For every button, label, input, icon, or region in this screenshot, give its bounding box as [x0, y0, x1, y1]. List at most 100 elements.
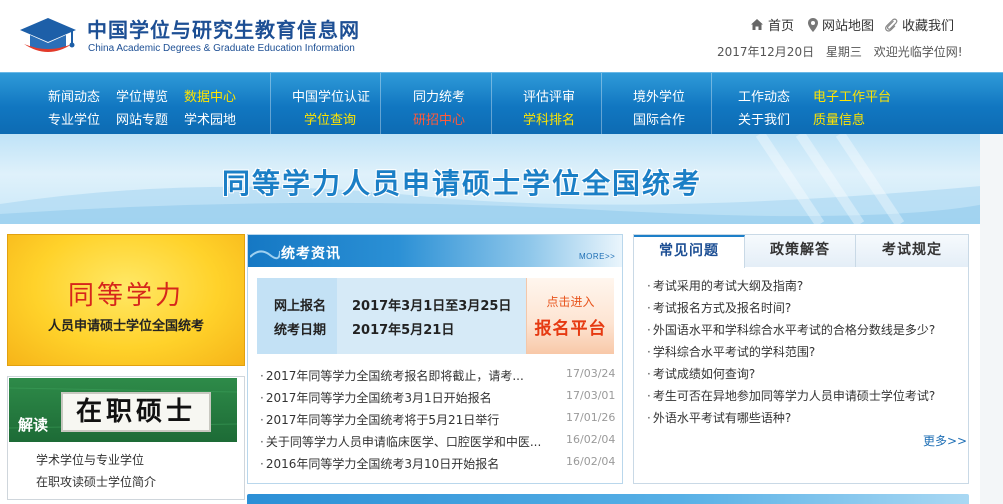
tab-common-questions[interactable]: 常见问题	[634, 235, 745, 268]
nav-site-topics[interactable]: 网站专题	[116, 109, 168, 128]
faq-item[interactable]: 考生可否在异地参加同等学力人员申请硕士学位考试?	[647, 387, 935, 404]
master-link-label: 在职攻读硕士学位简介	[36, 475, 157, 489]
nav-group-exam: 同力统考 研招中心	[381, 73, 492, 135]
faq-item[interactable]: 学科综合水平考试的学科范围?	[647, 343, 815, 360]
master-link-academic-professional[interactable]: 学术学位与专业学位	[36, 451, 144, 468]
news-item-date: 17/03/01	[566, 389, 616, 402]
online-registration-label: 网上报名	[274, 299, 327, 314]
nav-data-center[interactable]: 数据中心	[184, 86, 236, 105]
news-item-date: 17/03/24	[566, 367, 616, 380]
nav-degree-certification[interactable]: 中国学位认证	[292, 86, 370, 105]
nav-degree-query[interactable]: 学位查询	[304, 109, 356, 128]
exam-banner: 同等学力人员申请硕士学位全国统考	[0, 134, 1003, 224]
nav-discipline-ranking[interactable]: 学科排名	[523, 109, 575, 128]
registration-button-caption: 点击进入	[546, 295, 595, 309]
promo-subtitle: 人员申请硕士学位全国统考	[47, 319, 204, 334]
nav-unified-exam[interactable]: 同力统考	[413, 86, 465, 105]
main-nav: 新闻动态 学位博览 数据中心 专业学位 网站专题 学术园地 中国学位认证 学位查…	[0, 72, 1003, 135]
news-item[interactable]: 2017年同等学力全国统考报名即将截止，请考... 17/03/24	[260, 367, 616, 385]
nav-group-international: 境外学位 国际合作	[602, 73, 712, 135]
nav-overseas-degree[interactable]: 境外学位	[633, 86, 685, 105]
registration-label-column	[257, 278, 337, 354]
news-item-title: 2017年同等学力全国统考将于5月21日举行	[260, 411, 556, 428]
nav-professional-degree[interactable]: 专业学位	[48, 109, 100, 128]
faq-more-link[interactable]: 更多>>	[923, 432, 967, 449]
banner-title: 同等学力人员申请硕士学位全国统考	[222, 167, 703, 200]
nav-work-news[interactable]: 工作动态	[738, 86, 790, 105]
faq-item[interactable]: 外语水平考试有哪些语种?	[647, 409, 791, 426]
faq-item[interactable]: 外国语水平和学科综合水平考试的合格分数线是多少?	[647, 321, 935, 338]
nav-news[interactable]: 新闻动态	[48, 86, 100, 105]
right-gutter	[980, 134, 1003, 504]
faq-tabs: 常见问题 政策解答 考试规定	[634, 235, 968, 268]
nav-international-cooperation[interactable]: 国际合作	[633, 109, 685, 128]
header: 中国学位与研究生教育信息网 China Academic Degrees & G…	[0, 0, 1003, 72]
registration-info: 网上报名 统考日期 2017年3月1日至3月25日 2017年5月21日 点击进…	[257, 278, 614, 354]
section-header-strip	[247, 494, 969, 504]
tab-exam-rules[interactable]: 考试规定	[856, 235, 968, 267]
home-link[interactable]: 首页	[750, 15, 794, 34]
welcome-text: 欢迎光临学位网!	[873, 45, 963, 59]
current-weekday: 星期三	[825, 45, 862, 59]
exam-news-more-link[interactable]: MORE>>	[579, 252, 615, 261]
news-item-title: 2016年同等学力全国统考3月10日开始报名	[260, 455, 556, 472]
equivalent-degree-promo[interactable]: 同等学力 人员申请硕士学位全国统考	[7, 234, 245, 366]
faq-item[interactable]: 考试报名方式及报名时间?	[647, 299, 791, 316]
exam-date-value: 2017年5月21日	[352, 323, 455, 338]
nav-academic-garden[interactable]: 学术园地	[184, 109, 236, 128]
date-line: 2017年12月20日 星期三 欢迎光临学位网!	[717, 43, 963, 60]
exam-news-box: 统考资讯 MORE>> 网上报名 统考日期 2017年3月1日至3月25日 20…	[247, 234, 623, 484]
paperclip-icon	[885, 17, 898, 32]
site-title-english: China Academic Degrees & Graduate Educat…	[88, 43, 355, 54]
news-item-date: 16/02/04	[566, 455, 616, 468]
graduation-cap-logo-icon[interactable]	[16, 14, 80, 58]
news-item-title: 2017年同等学力全国统考3月1日开始报名	[260, 389, 556, 406]
part-time-master-banner[interactable]: 解读 在职硕士	[9, 378, 237, 442]
sitemap-link-label: 网站地图	[822, 19, 875, 34]
news-item[interactable]: 2016年同等学力全国统考3月10日开始报名 16/02/04	[260, 455, 616, 473]
master-jiedu-label: 解读	[18, 416, 49, 434]
nav-group-work: 工作动态 电子工作平台 关于我们 质量信息	[712, 73, 1003, 135]
page: 中国学位与研究生教育信息网 China Academic Degrees & G…	[0, 0, 1003, 504]
exam-news-title: 统考资讯	[281, 246, 341, 262]
nav-admission-center[interactable]: 研招中心	[413, 109, 465, 128]
home-icon	[751, 19, 763, 30]
news-item[interactable]: 2017年同等学力全国统考将于5月21日举行 17/01/26	[260, 411, 616, 429]
news-item-date: 16/02/04	[566, 433, 616, 446]
map-pin-icon	[808, 17, 818, 32]
faq-box: 常见问题 政策解答 考试规定 考试采用的考试大纲及指南? 考试报名方式及报名时间…	[633, 234, 969, 484]
home-link-label: 首页	[768, 19, 795, 34]
nav-e-work-platform[interactable]: 电子工作平台	[813, 86, 891, 105]
master-big-label: 在职硕士	[61, 392, 211, 432]
nav-group-certification: 中国学位认证 学位查询	[271, 73, 381, 135]
nav-degree-expo[interactable]: 学位博览	[116, 86, 168, 105]
part-time-master-box: 解读 在职硕士 学术学位与专业学位 在职攻读硕士学位简介	[7, 376, 245, 500]
online-registration-value: 2017年3月1日至3月25日	[352, 299, 512, 314]
favorite-link[interactable]: 收藏我们	[884, 15, 954, 34]
exam-news-header: 统考资讯 MORE>>	[248, 235, 622, 267]
nav-about-us[interactable]: 关于我们	[738, 109, 790, 128]
promo-title: 同等学力	[67, 281, 184, 311]
nav-quality-info[interactable]: 质量信息	[813, 109, 865, 128]
faq-item[interactable]: 考试成绩如何查询?	[647, 365, 755, 382]
news-item-title: 2017年同等学力全国统考报名即将截止，请考...	[260, 367, 556, 384]
sitemap-link[interactable]: 网站地图	[808, 15, 874, 34]
header-wave-decoration	[250, 250, 280, 260]
registration-button-label: 报名平台	[534, 319, 607, 339]
news-item[interactable]: 关于同等学力人员申请临床医学、口腔医学和中医... 16/02/04	[260, 433, 616, 451]
current-date: 2017年12月20日	[717, 45, 815, 59]
master-link-intro[interactable]: 在职攻读硕士学位简介	[36, 473, 156, 490]
site-title[interactable]: 中国学位与研究生教育信息网	[87, 14, 360, 43]
nav-group-evaluation: 评估评审 学科排名	[492, 73, 602, 135]
nav-group-news: 新闻动态 学位博览 数据中心 专业学位 网站专题 学术园地	[0, 73, 271, 135]
exam-date-label: 统考日期	[274, 323, 327, 338]
favorite-link-label: 收藏我们	[902, 19, 955, 34]
news-item-title: 关于同等学力人员申请临床医学、口腔医学和中医...	[260, 433, 556, 450]
nav-evaluation[interactable]: 评估评审	[523, 86, 575, 105]
faq-item[interactable]: 考试采用的考试大纲及指南?	[647, 277, 803, 294]
news-item-date: 17/01/26	[566, 411, 616, 424]
registration-platform-button[interactable]: 点击进入 报名平台	[526, 278, 614, 354]
news-item[interactable]: 2017年同等学力全国统考3月1日开始报名 17/03/01	[260, 389, 616, 407]
tab-policy-answers[interactable]: 政策解答	[745, 235, 856, 267]
master-link-label: 学术学位与专业学位	[36, 453, 145, 467]
